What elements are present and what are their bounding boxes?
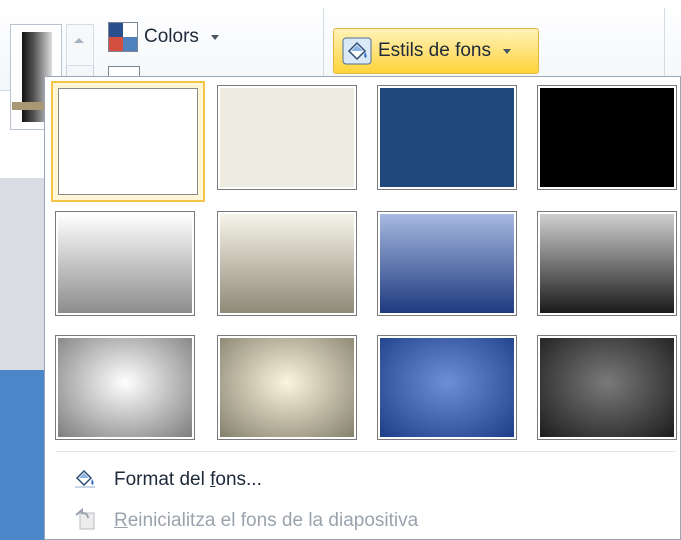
swatch-fill xyxy=(58,88,198,195)
background-style-swatch[interactable] xyxy=(377,335,517,440)
paint-bucket-icon xyxy=(342,37,372,65)
swatch-fill xyxy=(220,338,354,437)
chevron-down-icon xyxy=(503,48,511,54)
background-styles-label: Estils de fons xyxy=(378,40,491,61)
slide-thumbnail[interactable] xyxy=(0,370,50,540)
colors-icon xyxy=(108,22,138,52)
slides-pane xyxy=(0,140,50,178)
reset-slide-icon xyxy=(72,507,98,536)
menu-separator xyxy=(56,451,676,452)
background-style-swatch[interactable] xyxy=(55,211,195,316)
swatch-fill xyxy=(380,88,514,187)
format-background-label: Format del fons... xyxy=(114,469,262,490)
background-style-swatch[interactable] xyxy=(51,81,205,202)
theme-scroll-up-button[interactable] xyxy=(66,24,94,66)
slides-pane-scroll[interactable] xyxy=(0,178,50,370)
swatch-fill xyxy=(380,214,514,313)
background-style-swatch[interactable] xyxy=(537,85,677,190)
background-style-swatch[interactable] xyxy=(217,335,357,440)
paint-bucket-icon xyxy=(72,466,98,495)
swatch-fill xyxy=(220,88,354,187)
colors-button[interactable]: Colors xyxy=(108,22,219,52)
ribbon-separator xyxy=(323,8,324,80)
swatch-fill xyxy=(540,88,674,187)
background-style-swatch[interactable] xyxy=(217,211,357,316)
chevron-up-icon xyxy=(74,38,84,43)
background-styles-button[interactable]: Estils de fons xyxy=(333,28,539,74)
chevron-down-icon xyxy=(210,34,219,40)
reset-background-label: Reinicialitza el fons de la diapositiva xyxy=(114,510,419,531)
background-style-swatch[interactable] xyxy=(55,335,195,440)
swatch-fill xyxy=(220,214,354,313)
swatch-fill xyxy=(380,338,514,437)
swatch-fill xyxy=(540,214,674,313)
colors-label: Colors xyxy=(144,26,199,47)
background-style-swatch[interactable] xyxy=(537,211,677,316)
reset-background-menu-item[interactable]: Reinicialitza el fons de la diapositiva xyxy=(56,502,676,540)
background-style-swatch[interactable] xyxy=(377,211,517,316)
background-style-swatch[interactable] xyxy=(377,85,517,190)
ribbon-separator xyxy=(664,8,665,80)
swatch-fill xyxy=(540,338,674,437)
format-background-menu-item[interactable]: Format del fons... xyxy=(56,461,676,499)
background-style-swatch[interactable] xyxy=(217,85,357,190)
swatch-fill xyxy=(58,214,192,313)
swatch-fill xyxy=(58,338,192,437)
background-style-swatch[interactable] xyxy=(537,335,677,440)
